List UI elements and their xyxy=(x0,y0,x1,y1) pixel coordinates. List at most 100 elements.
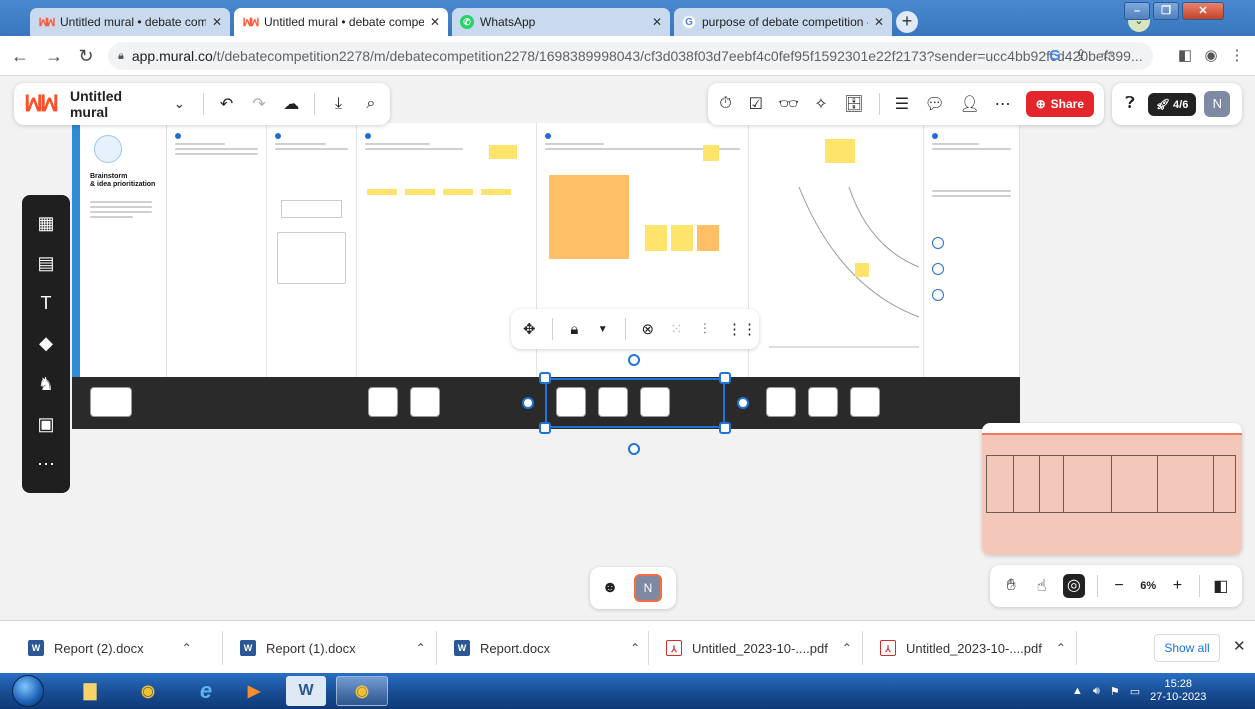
download-item[interactable]: ⅄ Untitled_2023-10-....pdf ⌃ xyxy=(666,633,852,663)
sticky-note[interactable] xyxy=(367,189,397,195)
zoom-out-icon[interactable]: − xyxy=(1110,577,1128,595)
more-icon[interactable]: ⋯ xyxy=(995,94,1011,114)
sticky-note[interactable] xyxy=(489,145,517,159)
board-section-intro[interactable]: Brainstorm & idea prioritization xyxy=(72,123,167,377)
facilitator-avatar[interactable]: N xyxy=(634,574,662,602)
address-bar[interactable]: 🔒︎ app.mural.co /t/debatecompetition2278… xyxy=(108,42,1153,70)
cloud-sync-icon[interactable]: ☁ xyxy=(282,94,300,114)
move-icon[interactable]: ✥ xyxy=(523,320,536,338)
align-icon[interactable]: ⫶ xyxy=(699,321,711,338)
help-icon[interactable]: ❓︎ xyxy=(1120,95,1140,113)
sticky-note[interactable] xyxy=(671,225,693,251)
google-lens-icon[interactable]: G xyxy=(1044,44,1066,68)
timer-icon[interactable]: ⏱ xyxy=(718,95,733,113)
side-panel-icon[interactable]: ◧ xyxy=(1174,44,1196,68)
shapes-icon[interactable]: ◆ xyxy=(31,333,61,354)
tab-close-icon[interactable]: ✕ xyxy=(212,15,222,29)
outline-thumbnail[interactable] xyxy=(808,387,838,417)
resize-handle[interactable] xyxy=(539,372,551,384)
sticky-note[interactable] xyxy=(855,263,869,277)
icons-library-icon[interactable]: ♞ xyxy=(31,374,61,395)
resize-handle[interactable] xyxy=(539,422,551,434)
outline-thumbnail[interactable] xyxy=(850,387,880,417)
tab-close-icon[interactable]: ✕ xyxy=(652,15,662,29)
file-explorer-icon[interactable]: ▇ xyxy=(64,676,116,706)
tab-close-icon[interactable]: ✕ xyxy=(430,15,440,29)
tab-close-icon[interactable]: ✕ xyxy=(874,15,884,29)
show-hidden-icons-icon[interactable]: ▲ xyxy=(1072,685,1083,697)
mural-title[interactable]: Untitled mural xyxy=(70,88,156,120)
minimap-toggle-icon[interactable]: ◧ xyxy=(1212,576,1230,596)
chevron-up-icon[interactable]: ⌃ xyxy=(416,641,426,655)
minimize-button[interactable]: – xyxy=(1124,2,1150,20)
network-icon[interactable]: ▭ xyxy=(1130,685,1140,698)
chevron-up-icon[interactable]: ⌃ xyxy=(630,641,640,655)
voting-icon[interactable]: ☑ xyxy=(748,94,763,114)
touchpad-icon[interactable]: ☝︎ xyxy=(1032,576,1050,596)
mural-canvas[interactable]: Brainstorm & idea prioritization ✥ 🔒︎ ▼ … xyxy=(0,77,1255,620)
outline-thumbnail[interactable] xyxy=(90,387,132,417)
forward-arrow-icon[interactable]: → xyxy=(42,44,66,68)
download-item[interactable]: W Report (1).docx ⌃ xyxy=(240,633,426,663)
action-center-flag-icon[interactable]: ⚑ xyxy=(1110,685,1120,698)
hand-tool-icon[interactable]: ✋︎ xyxy=(1002,577,1020,595)
board-section-brainstorm[interactable] xyxy=(357,123,537,377)
image-icon[interactable]: ▣ xyxy=(31,414,61,435)
sticky-note[interactable] xyxy=(443,189,473,195)
board-section-before[interactable] xyxy=(167,123,267,377)
chevron-up-icon[interactable]: ⌃ xyxy=(182,641,192,655)
search-icon[interactable]: ⌕ xyxy=(362,95,380,113)
sticky-note[interactable] xyxy=(697,225,719,251)
emoji-icon[interactable]: ☻ xyxy=(600,579,620,597)
download-icon[interactable]: ⤓ xyxy=(329,95,347,113)
sticky-note[interactable] xyxy=(405,189,435,195)
grid-icon[interactable]: ⁙ xyxy=(670,320,683,338)
close-icon[interactable]: ✕ xyxy=(1233,637,1246,655)
outline-thumbnail[interactable] xyxy=(368,387,398,417)
selection-box[interactable] xyxy=(545,378,725,428)
mural-logo-icon[interactable]: ꟽꟽ xyxy=(24,91,59,117)
media-player-icon[interactable]: ▶ xyxy=(228,676,280,706)
outline-icon[interactable]: ☰ xyxy=(894,94,909,114)
new-tab-button[interactable]: + xyxy=(896,11,918,33)
chevron-down-icon[interactable]: ⌄ xyxy=(170,96,188,112)
problem-card[interactable] xyxy=(281,200,342,218)
download-item[interactable]: W Report.docx ⌃ xyxy=(454,633,640,663)
browser-tab-1[interactable]: ꟽꟽ Untitled mural • debate competit ✕ xyxy=(30,8,230,36)
chat-icon[interactable]: 💬︎ xyxy=(925,94,945,114)
avatar[interactable]: N xyxy=(1204,91,1231,117)
more-tools-icon[interactable]: ⋯ xyxy=(31,454,61,475)
focus-icon[interactable]: ⊗ xyxy=(641,320,654,338)
icebreaker-card[interactable] xyxy=(277,232,346,284)
chrome-active-icon[interactable]: ◉ xyxy=(336,676,388,706)
outline-thumbnail[interactable] xyxy=(766,387,796,417)
profile-avatar-icon[interactable]: ◉ xyxy=(1200,44,1222,68)
sticky-note[interactable] xyxy=(645,225,667,251)
share-button[interactable]: ⊕ Share xyxy=(1025,91,1094,117)
connector-handle[interactable] xyxy=(737,397,749,409)
sticky-note[interactable] xyxy=(703,145,719,161)
members-icon[interactable]: 👤︎ xyxy=(960,94,980,114)
board-section-problem[interactable] xyxy=(267,123,357,377)
templates-icon[interactable]: ▦ xyxy=(31,213,61,234)
bookmark-star-icon[interactable]: ☆ xyxy=(1096,44,1118,68)
connector-handle[interactable] xyxy=(522,397,534,409)
share-page-icon[interactable]: ⇪ xyxy=(1070,44,1092,68)
chevron-up-icon[interactable]: ⌃ xyxy=(1056,641,1066,655)
reload-icon[interactable]: ↻ xyxy=(74,44,98,68)
close-window-button[interactable]: ✕ xyxy=(1182,2,1224,20)
browser-tab-4[interactable]: G purpose of debate competition - ✕ xyxy=(674,8,892,36)
outline-thumbnail[interactable] xyxy=(410,387,440,417)
mouse-mode-icon[interactable]: ◎ xyxy=(1062,574,1085,598)
connector-handle[interactable] xyxy=(628,443,640,455)
clock[interactable]: 15:28 27-10-2023 xyxy=(1150,678,1206,704)
minimap[interactable] xyxy=(982,423,1242,555)
sticky-note[interactable] xyxy=(825,139,855,163)
volume-icon[interactable]: 🔊︎ xyxy=(1093,685,1100,698)
chevron-up-icon[interactable]: ⌃ xyxy=(842,641,852,655)
resize-handle[interactable] xyxy=(719,422,731,434)
browser-tab-2[interactable]: ꟽꟽ Untitled mural • debate competit ✕ xyxy=(234,8,448,36)
toolkit-icon[interactable]: 🗄︎ xyxy=(844,94,864,114)
zoom-in-icon[interactable]: + xyxy=(1168,577,1186,595)
orange-cluster[interactable] xyxy=(549,175,629,259)
